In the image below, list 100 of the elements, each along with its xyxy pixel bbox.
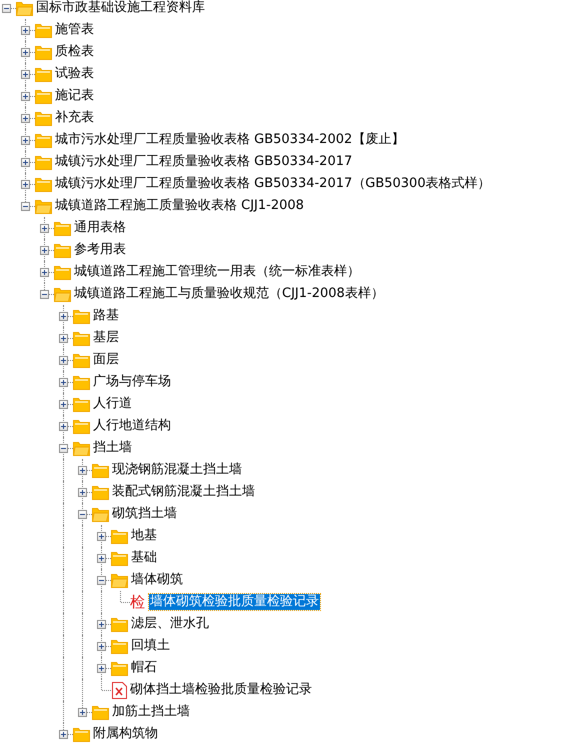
- folder-icon: [54, 264, 71, 280]
- tree-item-label[interactable]: 回填土: [130, 638, 171, 654]
- tree-item-label[interactable]: 城市污水处理厂工程质量验收表格 GB50334-2002【废止】: [54, 132, 406, 148]
- folder-icon: [35, 44, 52, 60]
- tree-item-label[interactable]: 城镇道路工程施工与质量验收规范（CJJ1-2008表样）: [73, 286, 385, 302]
- tree-item-label[interactable]: 基础: [130, 550, 158, 566]
- collapse-icon[interactable]: [2, 4, 11, 13]
- tree-item-label[interactable]: 城镇污水处理厂工程质量验收表格 GB50334-2017（GB50300表格式样）: [54, 176, 492, 192]
- tree-item-label[interactable]: 城镇道路工程施工管理统一用表（统一标准表样）: [73, 264, 361, 280]
- tree-item-label[interactable]: 附属构筑物: [92, 726, 159, 742]
- expand-icon[interactable]: [97, 664, 106, 673]
- open-folder-icon: [16, 0, 33, 16]
- collapse-icon[interactable]: [40, 290, 49, 299]
- folder-icon: [54, 242, 71, 258]
- tree-item-label[interactable]: 地基: [130, 528, 158, 544]
- open-folder-icon: [35, 198, 52, 214]
- collapse-icon[interactable]: [59, 444, 68, 453]
- open-folder-icon: [73, 440, 90, 456]
- tree-item-label[interactable]: 路基: [92, 308, 120, 324]
- tree-item-label[interactable]: 基层: [92, 330, 120, 346]
- tree-item-label[interactable]: 施管表: [54, 22, 95, 38]
- expand-icon[interactable]: [59, 400, 68, 409]
- folder-icon: [73, 352, 90, 368]
- check-mark-icon: 检: [130, 594, 147, 610]
- expand-icon[interactable]: [21, 26, 30, 35]
- tree-item-label[interactable]: 通用表格: [73, 220, 127, 236]
- expand-icon[interactable]: [59, 422, 68, 431]
- expand-icon[interactable]: [40, 246, 49, 255]
- folder-icon: [35, 22, 52, 38]
- folder-icon: [73, 330, 90, 346]
- folder-icon: [73, 396, 90, 412]
- expand-icon[interactable]: [21, 136, 30, 145]
- tree-item-label[interactable]: 面层: [92, 352, 120, 368]
- tree-item-label[interactable]: 国标市政基础设施工程资料库: [35, 0, 206, 16]
- folder-icon: [111, 550, 128, 566]
- tree-item-label[interactable]: 试验表: [54, 66, 95, 82]
- tree-item-label[interactable]: 质检表: [54, 44, 95, 60]
- tree-item-label[interactable]: 城镇道路工程施工质量验收表格 CJJ1-2008: [54, 198, 305, 214]
- tree-item-label[interactable]: 墙体砌筑: [130, 572, 184, 588]
- tree-item-label[interactable]: 补充表: [54, 110, 95, 126]
- expand-icon[interactable]: [59, 730, 68, 739]
- expand-icon[interactable]: [59, 356, 68, 365]
- expand-icon[interactable]: [40, 268, 49, 277]
- expand-icon[interactable]: [97, 554, 106, 563]
- folder-icon: [111, 528, 128, 544]
- folder-icon: [92, 704, 109, 720]
- expand-icon[interactable]: [59, 334, 68, 343]
- folder-icon: [54, 220, 71, 236]
- tree-item-label[interactable]: 砌筑挡土墙: [111, 506, 178, 522]
- folder-icon: [35, 88, 52, 104]
- folder-icon: [35, 176, 52, 192]
- expand-icon[interactable]: [59, 312, 68, 321]
- expand-icon[interactable]: [21, 70, 30, 79]
- expand-icon[interactable]: [59, 378, 68, 387]
- folder-icon: [73, 418, 90, 434]
- folder-icon: [92, 484, 109, 500]
- tree-item-label[interactable]: 帽石: [130, 660, 158, 676]
- tree-item-label[interactable]: 装配式钢筋混凝土挡土墙: [111, 484, 256, 500]
- expand-icon[interactable]: [97, 642, 106, 651]
- tree-item-label[interactable]: 砌体挡土墙检验批质量检验记录: [129, 682, 313, 698]
- tree-item-label[interactable]: 墙体砌筑检验批质量检验记录: [149, 594, 320, 610]
- folder-icon: [35, 154, 52, 170]
- expand-icon[interactable]: [21, 158, 30, 167]
- expand-icon[interactable]: [97, 620, 106, 629]
- collapse-icon[interactable]: [78, 510, 87, 519]
- folder-icon: [35, 110, 52, 126]
- tree-item-label[interactable]: 滤层、泄水孔: [130, 616, 210, 632]
- folder-icon: [92, 462, 109, 478]
- open-folder-icon: [92, 506, 109, 522]
- expand-icon[interactable]: [97, 532, 106, 541]
- tree-item-label[interactable]: 广场与停车场: [92, 374, 172, 390]
- expand-icon[interactable]: [78, 488, 87, 497]
- expand-icon[interactable]: [21, 48, 30, 57]
- collapse-icon[interactable]: [97, 576, 106, 585]
- folder-icon: [73, 374, 90, 390]
- tree-item-label[interactable]: 人行道: [92, 396, 133, 412]
- folder-icon: [111, 638, 128, 654]
- expand-icon[interactable]: [21, 114, 30, 123]
- folder-icon: [35, 66, 52, 82]
- tree-item-label[interactable]: 施记表: [54, 88, 95, 104]
- expand-icon[interactable]: [78, 466, 87, 475]
- tree-item-label[interactable]: 参考用表: [73, 242, 127, 258]
- document-x-icon: [112, 682, 127, 698]
- tree-item-label[interactable]: 城镇污水处理厂工程质量验收表格 GB50334-2017: [54, 154, 354, 170]
- collapse-icon[interactable]: [21, 202, 30, 211]
- tree-item-label[interactable]: 挡土墙: [92, 440, 133, 456]
- open-folder-icon: [54, 286, 71, 302]
- tree-item-label[interactable]: 人行地道结构: [92, 418, 172, 434]
- expand-icon[interactable]: [78, 708, 87, 717]
- folder-icon: [73, 726, 90, 742]
- expand-icon[interactable]: [21, 180, 30, 189]
- tree-item-label[interactable]: 现浇钢筋混凝土挡土墙: [111, 462, 243, 478]
- tree-item-label[interactable]: 加筋土挡土墙: [111, 704, 191, 720]
- open-folder-icon: [111, 572, 128, 588]
- folder-icon: [111, 660, 128, 676]
- expand-icon[interactable]: [21, 92, 30, 101]
- folder-icon: [35, 132, 52, 148]
- expand-icon[interactable]: [40, 224, 49, 233]
- folder-icon: [73, 308, 90, 324]
- folder-icon: [111, 616, 128, 632]
